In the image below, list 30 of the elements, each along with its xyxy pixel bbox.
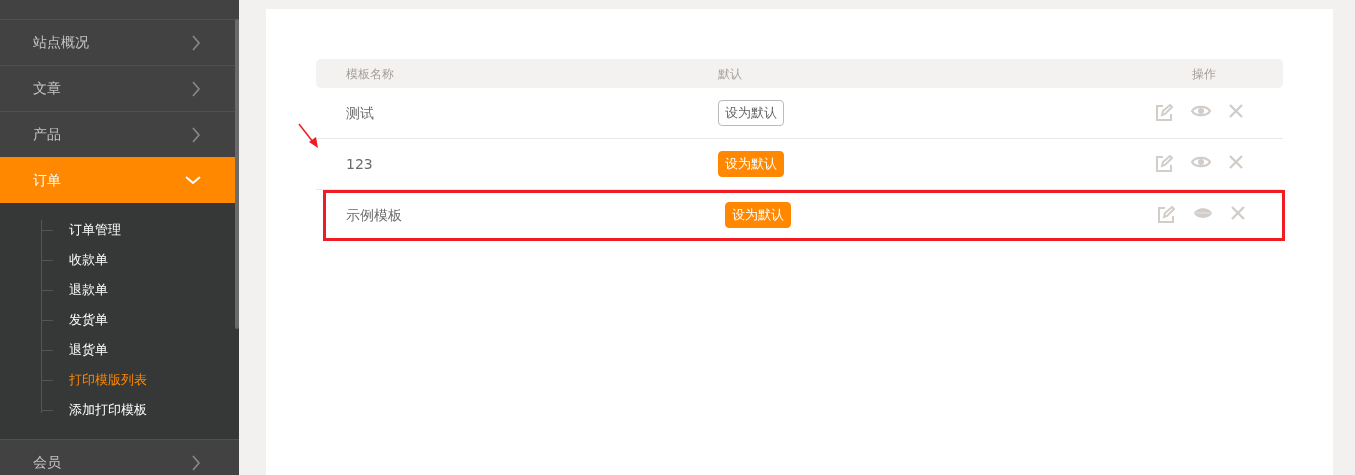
template-name: 示例模板 xyxy=(346,206,402,223)
chevron-right-icon xyxy=(192,34,201,51)
eye-closed-icon[interactable] xyxy=(1193,206,1213,220)
template-name: 测试 xyxy=(346,104,374,121)
chevron-right-icon xyxy=(192,80,201,97)
chevron-right-icon xyxy=(192,126,201,143)
chevron-right-icon xyxy=(192,454,201,471)
close-icon[interactable] xyxy=(1229,155,1243,169)
edit-icon[interactable] xyxy=(1155,155,1173,173)
scrollbar[interactable] xyxy=(235,19,239,329)
column-header: 操作 xyxy=(1191,65,1217,83)
sidebar-item[interactable]: 会员 xyxy=(0,439,239,475)
edit-icon[interactable] xyxy=(1155,104,1173,122)
submenu-item[interactable]: 订单管理 xyxy=(0,215,239,245)
column-header: 模板名称 xyxy=(345,65,395,83)
submenu-item[interactable]: 退款单 xyxy=(0,275,239,305)
submenu-item[interactable]: 添加打印模板 xyxy=(0,395,239,425)
submenu-item[interactable]: 退货单 xyxy=(0,335,239,365)
edit-icon[interactable] xyxy=(1157,206,1175,224)
submenu-item[interactable]: 打印模版列表 xyxy=(0,365,239,395)
eye-icon[interactable] xyxy=(1191,155,1211,169)
column-header: 默认 xyxy=(717,65,743,83)
submenu-item[interactable]: 收款单 xyxy=(0,245,239,275)
set-default-button[interactable]: 设为默认 xyxy=(718,99,784,127)
close-icon[interactable] xyxy=(1231,206,1245,220)
chevron-down-icon xyxy=(185,176,201,185)
submenu-item[interactable]: 发货单 xyxy=(0,305,239,335)
template-name: 123 xyxy=(346,155,373,172)
close-icon[interactable] xyxy=(1229,104,1243,118)
eye-icon[interactable] xyxy=(1191,104,1211,118)
